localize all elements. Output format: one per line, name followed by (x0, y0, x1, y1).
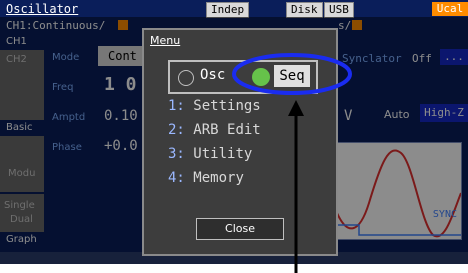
usb-button[interactable]: USB (324, 2, 354, 18)
menu-item-arb-edit[interactable]: 2: ARB Edit (168, 122, 261, 138)
annotation-arrow-icon (288, 100, 304, 273)
menu-item-label: ARB Edit (193, 122, 261, 138)
menu-item-number: 3: (168, 146, 185, 162)
disk-button[interactable]: Disk (286, 2, 323, 18)
menu-item-label: Settings (193, 98, 261, 114)
menu-item-number: 4: (168, 170, 185, 186)
close-button[interactable]: Close (196, 218, 284, 240)
osc-radio-icon[interactable] (178, 70, 194, 86)
highlight-ellipse (232, 53, 352, 95)
menu-title: Menu (150, 34, 181, 47)
osc-label[interactable]: Osc (200, 67, 225, 83)
ucal-badge: Ucal (432, 2, 468, 16)
indep-button[interactable]: Indep (206, 2, 250, 18)
menu-item-number: 2: (168, 122, 185, 138)
top-bar: Oscillator Indep Disk USB Ucal (0, 0, 468, 18)
menu-item-number: 1: (168, 98, 185, 114)
menu-item-memory[interactable]: 4: Memory (168, 170, 244, 186)
menu-item-settings[interactable]: 1: Settings (168, 98, 261, 114)
screen-title: Oscillator (6, 2, 79, 16)
instrument-screen: Oscillator Indep Disk USB Ucal CH1:Conti… (0, 0, 468, 264)
menu-item-label: Memory (193, 170, 244, 186)
menu-item-utility[interactable]: 3: Utility (168, 146, 252, 162)
menu-item-label: Utility (193, 146, 253, 162)
